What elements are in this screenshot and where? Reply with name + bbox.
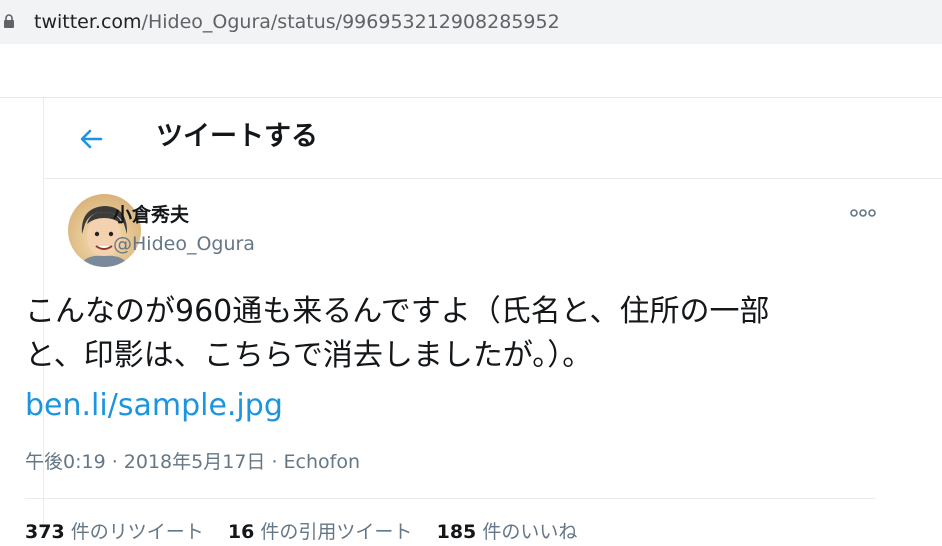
tweet-date[interactable]: 2018年5月17日	[124, 451, 266, 473]
tweet-stats: 373 件のリツイート 16 件の引用ツイート 185 件のいいね	[25, 518, 577, 546]
retweet-stat[interactable]: 373 件のリツイート	[25, 521, 204, 543]
page-title: ツイートする	[156, 121, 318, 152]
tweet-source[interactable]: Echofon	[284, 451, 360, 473]
more-icon[interactable]	[848, 205, 878, 221]
tweet-text-line: と、印影は、こちらで消去しましたが。）。	[25, 338, 593, 373]
browser-address-bar[interactable]: twitter.com/Hideo_Ogura/status/996953212…	[0, 0, 942, 44]
tweet-time[interactable]: 午後0:19	[25, 451, 106, 473]
display-name[interactable]: 小倉秀夫	[113, 203, 189, 227]
tweet-link[interactable]: ben.li/sample.jpg	[25, 384, 283, 428]
tweet-text-line: こんなのが960通も来るんですよ（氏名と、住所の一部	[25, 294, 770, 329]
page-header: ツイートする	[44, 98, 942, 179]
lock-icon	[4, 14, 14, 28]
tweet-text: こんなのが960通も来るんですよ（氏名と、住所の一部 と、印影は、こちらで消去し…	[25, 290, 895, 378]
divider	[25, 498, 875, 499]
quote-stat[interactable]: 16 件の引用ツイート	[228, 521, 413, 543]
meta-separator: ·	[265, 451, 284, 473]
tweet-meta: 午後0:19 · 2018年5月17日 · Echofon	[25, 448, 360, 476]
url-text[interactable]: twitter.com/Hideo_Ogura/status/996953212…	[34, 10, 560, 34]
like-stat[interactable]: 185 件のいいね	[437, 521, 578, 543]
url-domain: twitter.com	[34, 11, 142, 33]
meta-separator: ·	[105, 451, 124, 473]
username[interactable]: @Hideo_Ogura	[113, 232, 255, 256]
arrow-left-icon[interactable]	[74, 122, 108, 156]
url-path: /Hideo_Ogura/status/996953212908285952	[141, 11, 560, 33]
